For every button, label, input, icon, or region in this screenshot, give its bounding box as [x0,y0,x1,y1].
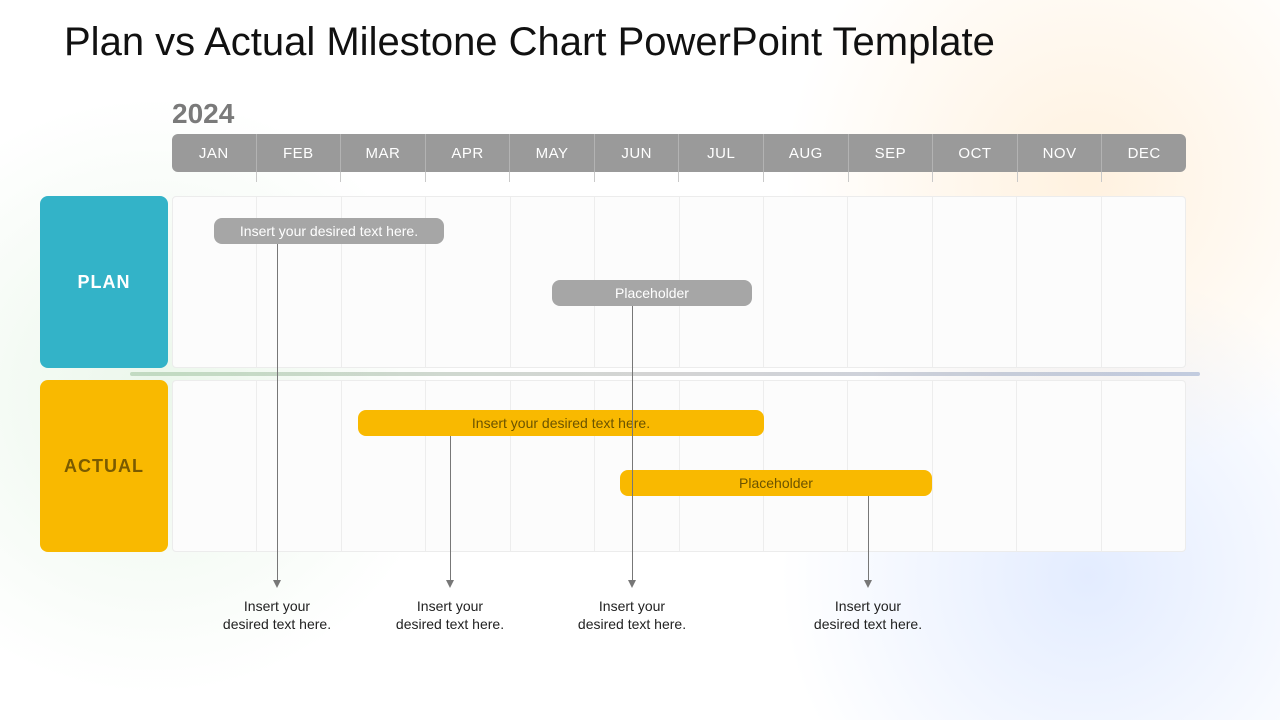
page-title: Plan vs Actual Milestone Chart PowerPoin… [64,20,995,65]
connector-1 [277,244,278,580]
month-feb: FEB [256,134,341,172]
month-header: JAN FEB MAR APR MAY JUN JUL AUG SEP OCT … [172,134,1186,172]
lane-actual [172,380,1186,552]
month-mar: MAR [340,134,425,172]
caption-4[interactable]: Insert yourdesired text here. [788,598,948,633]
month-sep: SEP [848,134,933,172]
actual-bar-2-label: Placeholder [739,475,813,491]
connector-3 [632,306,633,580]
plan-bar-1-label: Insert your desired text here. [240,223,418,239]
month-jul: JUL [678,134,763,172]
plan-bar-2-label: Placeholder [615,285,689,301]
caption-2[interactable]: Insert yourdesired text here. [370,598,530,633]
month-aug: AUG [763,134,848,172]
row-label-actual: ACTUAL [40,380,168,552]
month-jun: JUN [594,134,679,172]
caption-1[interactable]: Insert yourdesired text here. [197,598,357,633]
connector-2 [450,436,451,580]
connector-3-arrow-icon [628,580,636,588]
timeline-year: 2024 [172,98,234,130]
month-jan: JAN [172,134,256,172]
month-may: MAY [509,134,594,172]
month-ticks [172,172,1186,182]
plan-bar-2[interactable]: Placeholder [552,280,752,306]
month-oct: OCT [932,134,1017,172]
connector-4-arrow-icon [864,580,872,588]
month-apr: APR [425,134,510,172]
connector-1-arrow-icon [273,580,281,588]
month-dec: DEC [1101,134,1186,172]
row-label-plan: PLAN [40,196,168,368]
actual-bar-2[interactable]: Placeholder [620,470,932,496]
actual-bar-1[interactable]: Insert your desired text here. [358,410,764,436]
lane-divider [130,372,1200,376]
month-nov: NOV [1017,134,1102,172]
plan-bar-1[interactable]: Insert your desired text here. [214,218,444,244]
actual-bar-1-label: Insert your desired text here. [472,415,650,431]
caption-3[interactable]: Insert yourdesired text here. [552,598,712,633]
connector-4 [868,496,869,580]
connector-2-arrow-icon [446,580,454,588]
